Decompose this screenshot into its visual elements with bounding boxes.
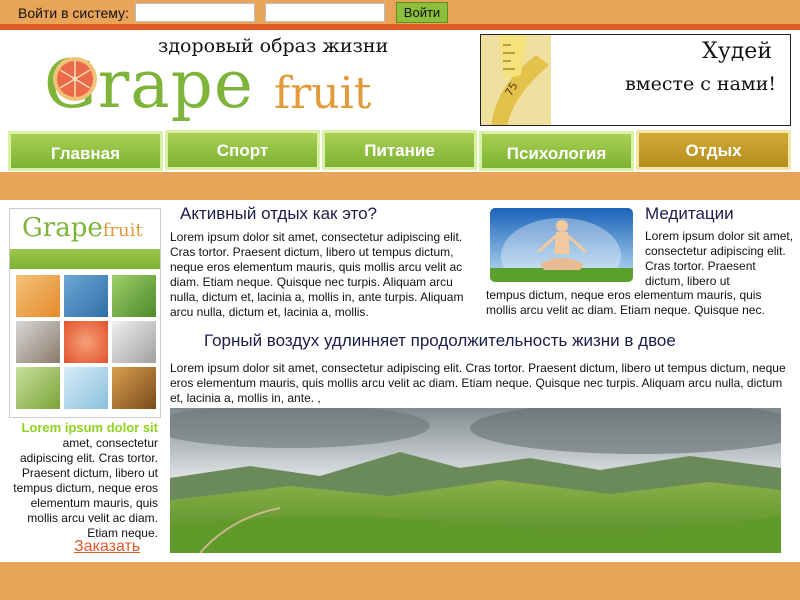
active-rest-body: Lorem ipsum dolor sit amet, consectetur …	[170, 230, 464, 319]
active-rest-title: Активный отдых как это?	[180, 204, 378, 223]
logo-text-suffix: fruit	[274, 68, 372, 119]
mountain-air-body: Lorem ipsum dolor sit amet, consectetur …	[170, 361, 786, 405]
greens-photo	[112, 275, 156, 317]
meditation-title: Медитации	[645, 204, 734, 223]
orange-band	[0, 172, 800, 200]
login-label: Войти в систему:	[18, 5, 129, 21]
banner-title: Худей	[702, 39, 772, 64]
footer-band	[0, 562, 800, 600]
login-bar-divider	[0, 24, 800, 30]
nav-nutrition[interactable]: Питание	[322, 130, 477, 170]
nav-rest[interactable]: Отдых	[636, 130, 791, 170]
tea-photo	[16, 367, 60, 409]
username-input[interactable]	[135, 3, 255, 22]
promo-logo-suffix: fruit	[102, 220, 143, 241]
banner-subtitle: вместе с нами!	[625, 73, 776, 95]
nav-label: Спорт	[216, 141, 269, 160]
site-logo[interactable]: Grape fruit	[44, 44, 384, 126]
spices-photo	[112, 367, 156, 409]
nav-label: Главная	[50, 144, 121, 163]
meditation-body-bottom: tempus dictum, neque eros elementum maur…	[486, 288, 765, 317]
nav-label: Отдых	[685, 141, 742, 160]
nav-home[interactable]: Главная	[8, 131, 163, 171]
promo-logo: Grapefruit	[22, 213, 143, 243]
people-photo	[16, 321, 60, 363]
login-button[interactable]: Войти	[396, 2, 448, 23]
order-link[interactable]: Заказать	[74, 538, 140, 556]
sidebar-body: amet, consectetur adipiscing elit. Cras …	[13, 436, 158, 540]
sidebar-promo-text: Lorem ipsum dolor sit amet, consectetur …	[12, 420, 158, 541]
grapefruit-photo	[64, 321, 108, 363]
meditation-body-top: Lorem ipsum dolor sit amet, consectetur …	[645, 229, 794, 288]
nav-psychology[interactable]: Психология	[479, 131, 634, 171]
mountain-landscape-image[interactable]	[170, 408, 781, 553]
promo-banner[interactable]: 75 Худей вместе с нами!	[480, 34, 791, 126]
nav-sport[interactable]: Спорт	[165, 130, 320, 170]
password-input[interactable]	[265, 3, 385, 22]
promo-strip	[10, 249, 160, 269]
measuring-tape-image: 75	[481, 35, 551, 125]
nav-label: Психология	[506, 144, 607, 163]
magazine-cover-image[interactable]: Grapefruit	[9, 208, 161, 418]
sidebar-highlight: Lorem ipsum dolor sit	[21, 420, 158, 435]
login-bar: Войти в систему: Войти	[0, 0, 800, 24]
juice-photo	[16, 275, 60, 317]
promo-logo-main: Grape	[22, 213, 103, 243]
meditation-illustration	[490, 208, 633, 282]
promo-photo-grid	[14, 273, 158, 411]
nav-label: Питание	[364, 141, 435, 160]
meditation-image[interactable]	[490, 208, 633, 282]
mountain-air-title: Горный воздух удлинняет продолжительност…	[204, 331, 676, 350]
grapefruit-slice-icon	[53, 57, 97, 101]
ice-photo	[64, 367, 108, 409]
water-photo	[64, 275, 108, 317]
yoga-photo	[112, 321, 156, 363]
mountain-landscape-illustration	[170, 408, 781, 553]
